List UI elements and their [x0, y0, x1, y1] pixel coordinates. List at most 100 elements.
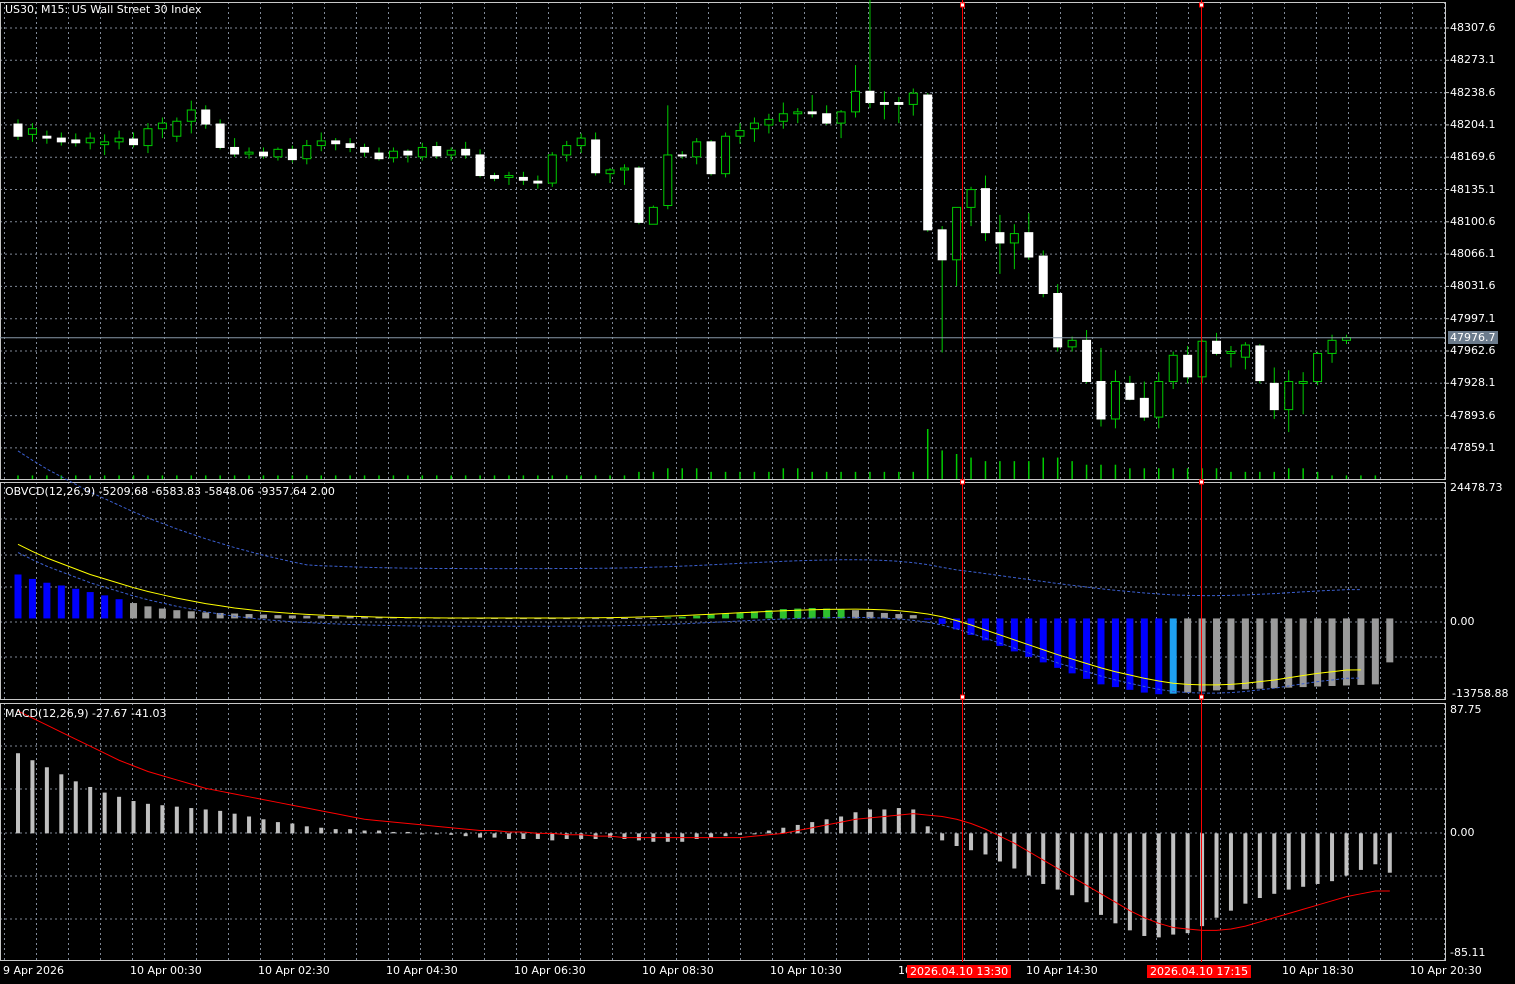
- price-axis-label: 48135.1: [1450, 182, 1496, 196]
- obvcd-histogram-bar: [86, 592, 94, 619]
- macd-histogram-bar: [1214, 833, 1219, 918]
- macd-histogram-bar: [463, 833, 468, 837]
- macd-histogram-bar: [1171, 833, 1176, 935]
- obvcd-histogram-bar: [1068, 618, 1076, 674]
- candle: [186, 109, 196, 122]
- candle: [273, 148, 283, 158]
- candle: [1197, 340, 1207, 378]
- obvcd-histogram-bar: [678, 616, 686, 619]
- obvcd-histogram-bar: [1213, 618, 1221, 691]
- candle: [27, 128, 37, 135]
- macd-histogram-bar: [1243, 833, 1248, 904]
- obvcd-histogram-bar: [664, 617, 672, 619]
- vline-tag-1715[interactable]: 2026.04.10 17:15: [1147, 965, 1252, 978]
- obvcd-histogram-bar: [1184, 618, 1192, 693]
- obvcd-histogram-bar: [924, 618, 932, 620]
- macd-histogram-bar: [391, 831, 396, 834]
- time-axis-label: 10 Apr 04:30: [386, 964, 458, 977]
- candle: [793, 111, 803, 115]
- candle: [230, 146, 240, 155]
- macd-histogram-bar: [997, 833, 1002, 862]
- macd-histogram-bar: [954, 833, 959, 847]
- macd-histogram-bar: [1113, 833, 1118, 924]
- vertical-marker-handle: [1199, 2, 1204, 8]
- macd-histogram-bar: [405, 831, 410, 834]
- candle: [1313, 352, 1323, 383]
- macd-histogram-bar: [1055, 833, 1060, 890]
- obvcd-title: OBVCD(12,26,9) -5209.68 -6583.83 -5848.0…: [5, 485, 335, 498]
- candle: [258, 151, 268, 157]
- candle: [764, 118, 774, 126]
- obvcd-histogram-bar: [1039, 618, 1047, 663]
- macd-histogram-bar: [1041, 833, 1046, 884]
- candle: [42, 135, 52, 139]
- macd-histogram-bar: [969, 833, 974, 851]
- candle: [605, 169, 615, 175]
- macd-axis-zero: 0.00: [1450, 826, 1475, 839]
- macd-histogram-bar: [449, 833, 454, 835]
- macd-histogram-bar: [362, 830, 367, 834]
- macd-histogram-bar: [781, 827, 786, 834]
- macd-histogram-bar: [1257, 833, 1262, 899]
- candle: [446, 149, 456, 156]
- macd-histogram-bar: [59, 774, 64, 834]
- price-axis-label: 48307.6: [1450, 21, 1496, 34]
- candle: [244, 151, 254, 155]
- macd-histogram-bar: [1373, 833, 1378, 865]
- obvcd-histogram-bar: [332, 616, 340, 619]
- candle: [432, 146, 442, 157]
- candle: [1154, 381, 1164, 418]
- macd-histogram-bar: [478, 833, 483, 838]
- macd-signal-line: [17, 710, 1390, 931]
- obvcd-histogram-bar: [693, 615, 701, 619]
- price-axis-label: 47859.1: [1450, 440, 1496, 454]
- vertical-marker-handle: [960, 694, 965, 700]
- macd-histogram-bar: [1330, 833, 1335, 882]
- macd-histogram-bar: [1099, 833, 1103, 915]
- macd-histogram-bar: [579, 833, 584, 839]
- candle: [1226, 351, 1236, 354]
- obvcd-histogram-bar: [1357, 618, 1365, 685]
- obvcd-histogram-bar: [130, 603, 138, 619]
- macd-histogram-bar: [882, 809, 887, 834]
- time-axis-label: 10 Apr 02:30: [258, 964, 330, 977]
- candle: [1139, 397, 1149, 418]
- macd-histogram-bar: [102, 792, 107, 834]
- candle: [157, 122, 167, 130]
- obvcd-histogram-bar: [722, 613, 730, 619]
- candle: [663, 154, 673, 207]
- candle: [1255, 345, 1265, 382]
- macd-histogram-bar: [1070, 833, 1075, 896]
- trading-chart[interactable]: US30, M15: US Wall Street 30 Index OBVCD…: [0, 0, 1515, 984]
- obvcd-histogram-bar: [996, 618, 1004, 646]
- obvcd-histogram-bar: [317, 615, 325, 619]
- candle: [331, 140, 341, 145]
- obvcd-histogram-bar: [259, 614, 267, 619]
- candle: [1024, 232, 1034, 258]
- macd-histogram-bar: [1142, 833, 1147, 936]
- macd-histogram-bar: [853, 812, 858, 834]
- vline-tag-1330[interactable]: 2026.04.10 13:30: [907, 965, 1012, 978]
- obvcd-histogram-bar: [187, 611, 195, 619]
- macd-histogram-bar: [1200, 833, 1205, 927]
- macd-histogram-bar: [738, 833, 742, 835]
- candle: [735, 130, 745, 137]
- candle: [937, 229, 947, 261]
- candle: [1110, 381, 1120, 420]
- macd-histogram-bar: [348, 829, 353, 834]
- macd-histogram-bar: [189, 808, 194, 834]
- macd-histogram-bar: [218, 810, 223, 834]
- obvcd-axis-zero: 0.00: [1450, 615, 1475, 628]
- candle: [648, 206, 658, 225]
- macd-panel-border: [0, 703, 1446, 961]
- obvcd-histogram-bar: [938, 618, 946, 624]
- obvcd-histogram-bar: [1097, 618, 1105, 685]
- macd-histogram-bar: [319, 827, 324, 834]
- obvcd-histogram-bar: [1371, 618, 1379, 685]
- candle: [851, 90, 861, 113]
- macd-histogram-bar: [160, 805, 165, 834]
- macd-histogram-bar: [1358, 833, 1363, 870]
- macd-histogram-bar: [925, 826, 930, 834]
- obvcd-histogram-bar: [14, 574, 22, 619]
- main-panel-border: [0, 2, 1446, 480]
